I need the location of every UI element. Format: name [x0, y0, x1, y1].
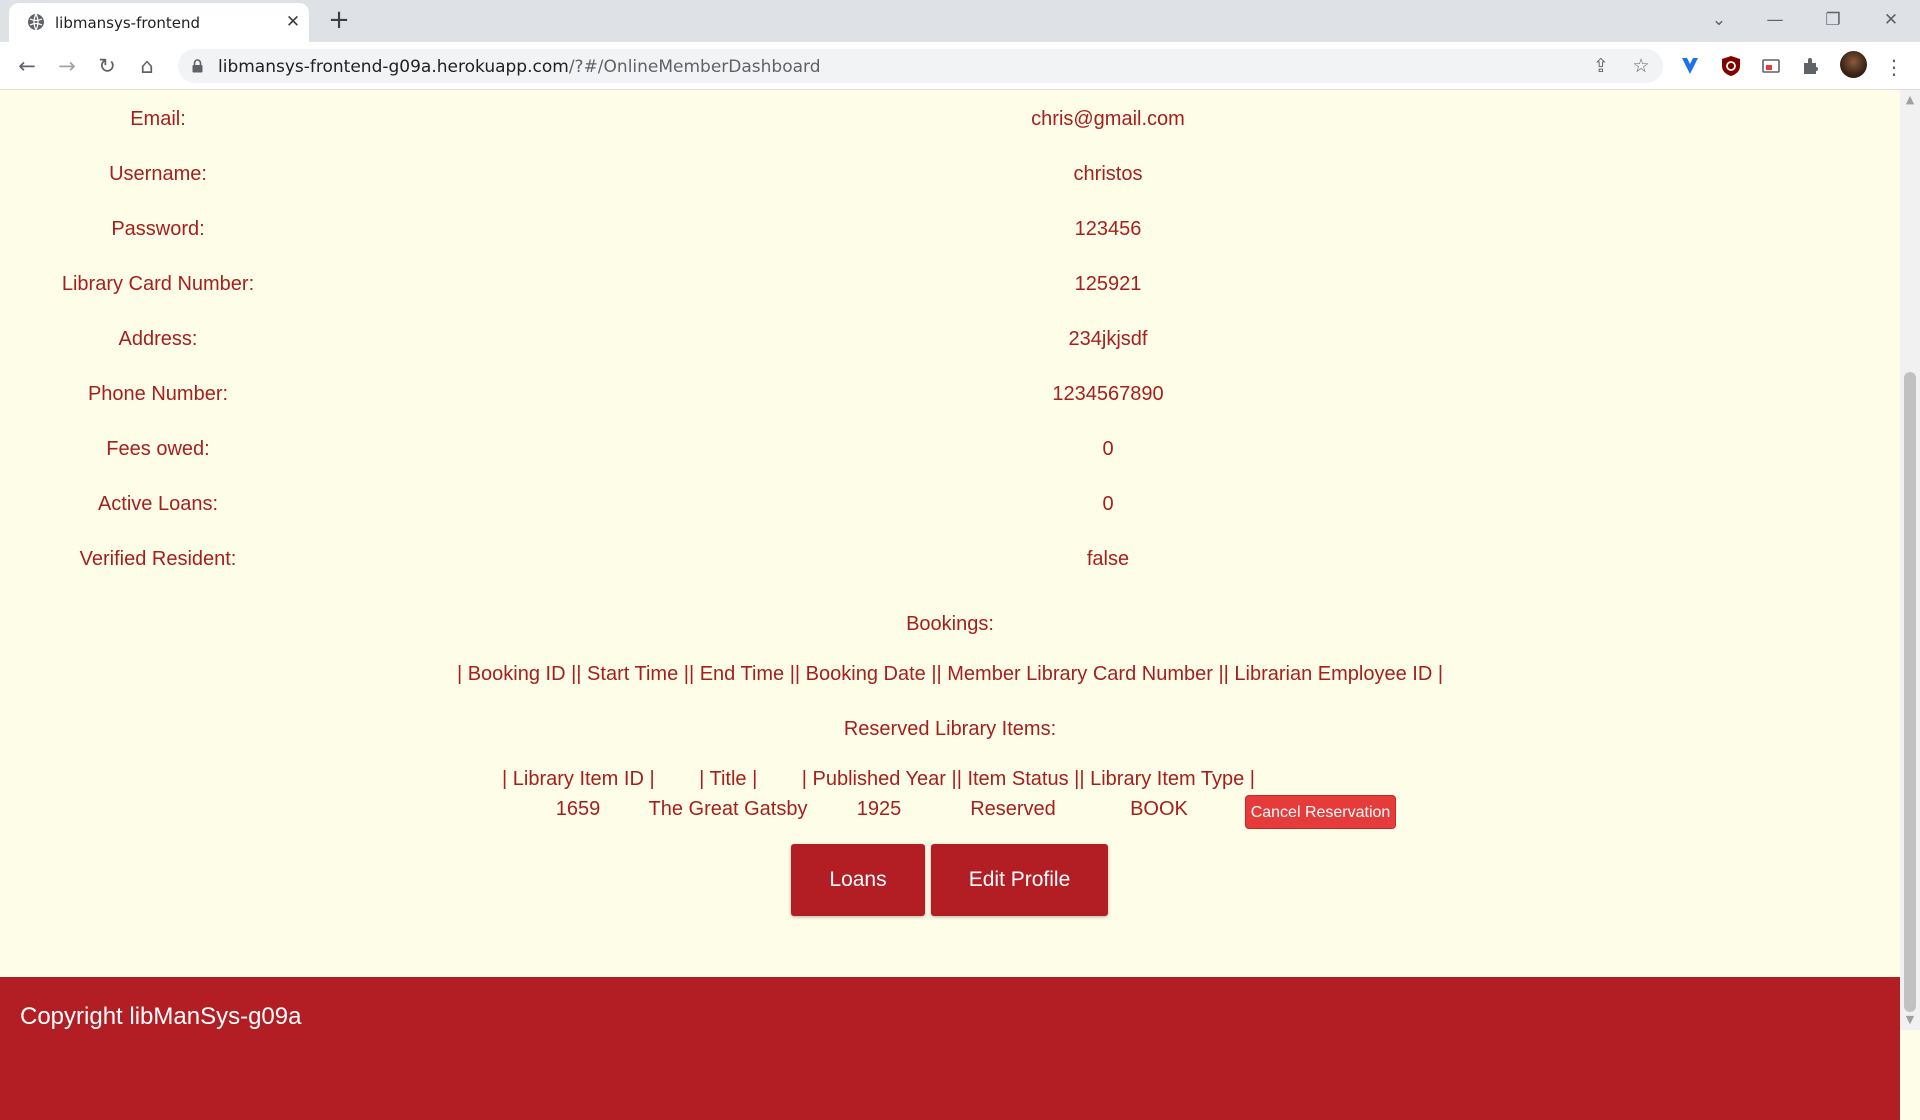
reserved-item-type: BOOK	[1130, 798, 1188, 820]
browser-tab[interactable]: libmansys-frontend ✕	[9, 3, 309, 42]
browser-toolbar: ← → ↻ ⌂ libmansys-frontend-g09a.herokuap…	[0, 42, 1920, 90]
tab-search-icon[interactable]: ⌄	[1694, 0, 1744, 40]
active-loans-label: Active Loans:	[97, 493, 219, 515]
page-footer: Copyright libManSys-g09a	[0, 977, 1900, 1120]
back-button[interactable]: ←	[12, 51, 42, 81]
reserved-item-year: 1925	[856, 798, 902, 820]
bookings-title: Bookings:	[906, 613, 994, 635]
password-label: Password:	[111, 218, 205, 240]
scroll-up-arrow-icon[interactable]: ▲	[1904, 94, 1916, 106]
page-scrollbar[interactable]: ▲ ▼	[1900, 90, 1920, 1030]
cancel-reservation-button[interactable]: Cancel Reservation	[1245, 795, 1396, 829]
ublock-icon[interactable]	[1720, 55, 1742, 77]
browser-tab-strip: libmansys-frontend ✕ + ⌄ — ❐ ✕	[0, 0, 1920, 42]
username-label: Username:	[109, 163, 207, 185]
address-value: 234jkjsdf	[1068, 328, 1148, 350]
globe-icon	[28, 13, 44, 31]
minimize-button[interactable]: —	[1750, 0, 1800, 40]
home-button[interactable]: ⌂	[132, 51, 162, 81]
reserved-item-status: Reserved	[970, 798, 1056, 820]
email-value: chris@gmail.com	[1031, 108, 1185, 130]
extensions-puzzle-icon[interactable]	[1800, 55, 1822, 77]
reserved-items-title: Reserved Library Items:	[843, 718, 1057, 740]
cast-icon[interactable]	[1760, 55, 1782, 77]
email-label: Email:	[130, 108, 186, 130]
reload-button[interactable]: ↻	[92, 51, 122, 81]
username-value: christos	[1073, 163, 1143, 185]
fees-owed-value: 0	[1102, 438, 1114, 460]
reserved-items-table-header: | Library Item ID | | Title | | Publishe…	[502, 768, 1255, 790]
reserved-item-title: The Great Gatsby	[648, 798, 808, 820]
active-loans-value: 0	[1102, 493, 1114, 515]
bookings-table-header: | Booking ID || Start Time || End Time |…	[456, 663, 1444, 685]
close-window-button[interactable]: ✕	[1866, 0, 1916, 40]
phone-number-value: 1234567890	[1052, 383, 1164, 405]
library-card-number-label: Library Card Number:	[61, 273, 255, 295]
fees-owed-label: Fees owed:	[106, 438, 210, 460]
bookmark-star-icon[interactable]: ☆	[1628, 53, 1654, 79]
browser-menu-icon[interactable]: ⋮	[1881, 54, 1907, 80]
url-text: libmansys-frontend-g09a.herokuapp.com/?#…	[218, 57, 821, 77]
profile-avatar[interactable]	[1840, 51, 1867, 78]
library-card-number-value: 125921	[1074, 273, 1142, 295]
extension-shield-icon[interactable]	[1679, 55, 1701, 77]
new-tab-button[interactable]: +	[325, 6, 353, 34]
tab-title: libmansys-frontend	[55, 14, 201, 32]
scroll-down-arrow-icon[interactable]: ▼	[1904, 1014, 1916, 1026]
url-host: libmansys-frontend-g09a.herokuapp.com	[218, 57, 569, 77]
scrollbar-thumb[interactable]	[1904, 372, 1916, 1012]
url-path: /?#/OnlineMemberDashboard	[568, 57, 821, 77]
password-value: 123456	[1074, 218, 1142, 240]
forward-button[interactable]: →	[52, 51, 82, 81]
address-label: Address:	[118, 328, 198, 350]
lock-icon	[192, 59, 203, 73]
loans-button[interactable]: Loans	[791, 844, 925, 916]
footer-copyright: Copyright libManSys-g09a	[20, 1003, 302, 1030]
share-icon[interactable]: ⇪	[1588, 53, 1614, 79]
address-bar[interactable]: libmansys-frontend-g09a.herokuapp.com/?#…	[178, 49, 1663, 83]
member-dashboard: Email: chris@gmail.com Username: christo…	[0, 90, 1900, 1120]
restore-button[interactable]: ❐	[1808, 0, 1858, 40]
verified-resident-value: false	[1086, 548, 1130, 570]
verified-resident-label: Verified Resident:	[79, 548, 237, 570]
tab-close-icon[interactable]: ✕	[282, 11, 304, 33]
phone-number-label: Phone Number:	[87, 383, 229, 405]
reserved-item-id: 1659	[555, 798, 601, 820]
edit-profile-button[interactable]: Edit Profile	[931, 844, 1108, 916]
